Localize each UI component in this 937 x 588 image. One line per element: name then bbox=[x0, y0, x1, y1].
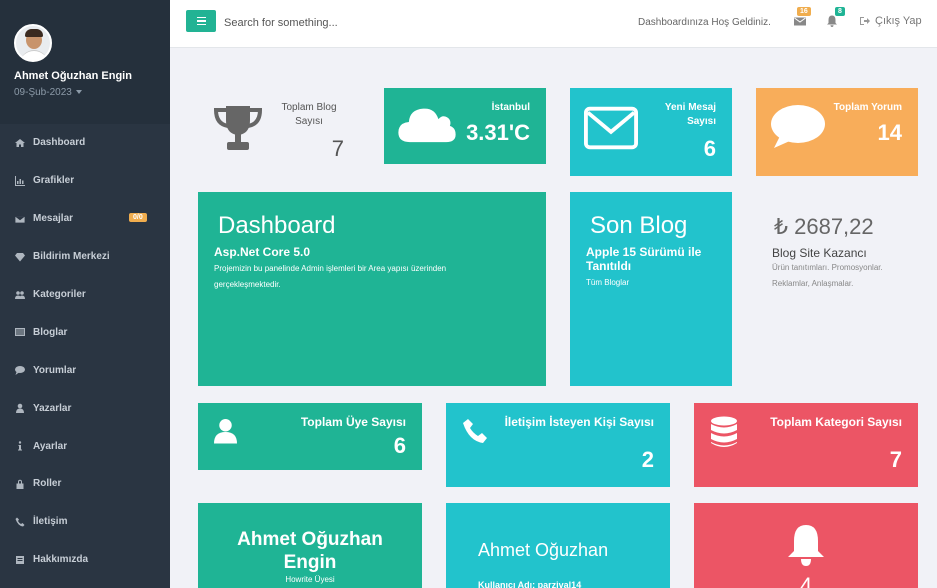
menu-toggle-button[interactable] bbox=[186, 10, 216, 32]
weather-card: İstanbul 3.31'C bbox=[384, 88, 546, 164]
list-icon bbox=[14, 327, 26, 337]
earnings-text: Ürün tanıtımları. Promosyonlar. Reklamla… bbox=[772, 263, 883, 288]
total-comments-label: Toplam Yorum bbox=[833, 102, 902, 113]
members-value: 6 bbox=[393, 433, 406, 458]
sidebar-item-ayarlar[interactable]: Ayarlar bbox=[0, 427, 170, 465]
bell-notification[interactable]: 8 bbox=[826, 7, 845, 28]
mail-notification[interactable]: 16 bbox=[794, 7, 811, 28]
sidebar-item-bloglar[interactable]: Bloglar bbox=[0, 313, 170, 351]
total-comments-card[interactable]: Toplam Yorum 14 bbox=[756, 88, 918, 176]
members-label: Toplam Üye Sayısı bbox=[300, 415, 406, 429]
search-input[interactable] bbox=[224, 14, 444, 32]
categories-card[interactable]: Toplam Kategori Sayısı 7 bbox=[694, 403, 918, 487]
sidebar-item-grafikler[interactable]: Grafikler bbox=[0, 162, 170, 200]
contact-requests-label: İletişim İsteyen Kişi Sayısı bbox=[504, 415, 654, 429]
profile-card: Ahmet Oğuzhan Engin Howrite Üyesi bbox=[198, 503, 422, 588]
sign-out-icon bbox=[860, 17, 870, 25]
sidebar-item-roller[interactable]: Roller bbox=[0, 465, 170, 503]
weather-temp: 3.31'C bbox=[466, 120, 530, 145]
logout-link[interactable]: Çıkış Yap bbox=[860, 15, 922, 27]
dashboard-text: Projemizin bu panelinde Admin işlemleri … bbox=[214, 264, 447, 289]
trophy-icon bbox=[213, 106, 263, 150]
dashboard-title: Dashboard bbox=[218, 212, 336, 239]
profile-panel: Ahmet Oğuzhan Engin 09-Şub-2023 bbox=[0, 0, 170, 124]
users-icon bbox=[14, 290, 26, 300]
messages-badge: 0/0 bbox=[129, 212, 147, 222]
categories-label: Toplam Kategori Sayısı bbox=[770, 415, 902, 429]
cloud-icon bbox=[398, 108, 456, 143]
envelope-icon bbox=[584, 106, 638, 150]
caret-down-icon bbox=[75, 90, 82, 95]
last-blog-title: Son Blog bbox=[590, 212, 688, 239]
mail-count-badge: 16 bbox=[797, 7, 811, 16]
weather-city: İstanbul bbox=[491, 102, 530, 113]
comment-icon bbox=[771, 105, 825, 148]
new-messages-label: Yeni Mesaj Sayısı bbox=[664, 102, 716, 127]
all-blogs-link[interactable]: Tüm Bloglar bbox=[586, 278, 629, 287]
sidebar-item-mesajlar[interactable]: Mesajlar 0/0 bbox=[0, 200, 170, 238]
earnings-card: ₺ 2687,22 Blog Site Kazancı Ürün tanıtım… bbox=[756, 192, 918, 386]
user-icon bbox=[214, 419, 237, 444]
sidebar: Ahmet Oğuzhan Engin 09-Şub-2023 Dashboar… bbox=[0, 0, 170, 588]
blog-count-card: Toplam Blog Sayısı 7 bbox=[198, 88, 360, 176]
members-card[interactable]: Toplam Üye Sayısı 6 bbox=[198, 403, 422, 470]
bell-icon bbox=[788, 525, 824, 566]
contact-requests-value: 2 bbox=[641, 447, 654, 472]
lock-icon bbox=[14, 479, 26, 489]
total-comments-value: 14 bbox=[877, 120, 902, 145]
user-icon bbox=[14, 403, 26, 414]
sidebar-item-iletisim[interactable]: İletişim bbox=[0, 503, 170, 541]
profile-date[interactable]: 09-Şub-2023 bbox=[14, 87, 170, 98]
sidebar-item-hakkimizda[interactable]: Hakkımızda bbox=[0, 541, 170, 579]
blog-count-value: 7 bbox=[331, 136, 344, 161]
last-blog-subtitle: Apple 15 Sürümü ile Tanıtıldı bbox=[586, 245, 702, 273]
chart-icon bbox=[14, 175, 26, 186]
phone-icon bbox=[14, 517, 26, 527]
envelope-icon bbox=[14, 214, 26, 224]
new-messages-value: 6 bbox=[703, 136, 716, 161]
new-messages-card[interactable]: Yeni Mesaj Sayısı 6 bbox=[570, 88, 732, 176]
notification-count-badge: 8 bbox=[835, 7, 845, 16]
sidebar-item-yazarlar[interactable]: Yazarlar bbox=[0, 389, 170, 427]
dashboard-icon bbox=[14, 138, 26, 148]
sidebar-item-bildirim[interactable]: Bildirim Merkezi bbox=[0, 238, 170, 276]
sidebar-item-yorumlar[interactable]: Yorumlar bbox=[0, 351, 170, 389]
dashboard-info-card: Dashboard Asp.Net Core 5.0 Projemizin bu… bbox=[198, 192, 546, 386]
blog-count-label: Toplam Blog Sayısı bbox=[281, 102, 337, 127]
profile-name: Ahmet Oğuzhan Engin bbox=[14, 70, 132, 82]
avatar[interactable] bbox=[14, 24, 52, 62]
earnings-amount: ₺ 2687,22 bbox=[774, 214, 874, 239]
sidebar-item-dashboard[interactable]: Dashboard bbox=[0, 124, 170, 162]
top-header: Dashboardınıza Hoş Geldiniz. 16 8 Çıkış … bbox=[170, 0, 937, 48]
alert-card-value: 4 bbox=[799, 573, 813, 588]
profile-card-name: Ahmet Oğuzhan Engin bbox=[237, 529, 383, 573]
bell-icon bbox=[827, 15, 837, 27]
alert-card: 4 bbox=[694, 503, 918, 588]
phone-icon bbox=[463, 419, 487, 443]
diamond-icon bbox=[14, 252, 26, 262]
writer-card: Ahmet Oğuzhan Kullanıcı Adı: parzival14 bbox=[446, 503, 670, 588]
writer-card-line: Kullanıcı Adı: parzival14 bbox=[478, 580, 582, 588]
envelope-icon bbox=[794, 17, 806, 26]
sidebar-menu: Dashboard Grafikler Mesajlar 0/0 Bildirim… bbox=[0, 124, 170, 579]
info-icon bbox=[14, 441, 26, 451]
categories-value: 7 bbox=[889, 447, 902, 472]
writer-card-name: Ahmet Oğuzhan bbox=[478, 540, 609, 560]
last-blog-card: Son Blog Apple 15 Sürümü ile Tanıtıldı T… bbox=[570, 192, 732, 386]
profile-card-role: Howrite Üyesi bbox=[285, 575, 335, 584]
earnings-title: Blog Site Kazancı bbox=[772, 246, 867, 260]
book-icon bbox=[14, 555, 26, 565]
database-icon bbox=[711, 416, 737, 447]
contact-requests-card[interactable]: İletişim İsteyen Kişi Sayısı 2 bbox=[446, 403, 670, 487]
comment-icon bbox=[14, 365, 26, 376]
welcome-text: Dashboardınıza Hoş Geldiniz. bbox=[638, 17, 771, 28]
dashboard-subtitle: Asp.Net Core 5.0 bbox=[214, 245, 311, 259]
sidebar-item-kategoriler[interactable]: Kategoriler bbox=[0, 276, 170, 314]
